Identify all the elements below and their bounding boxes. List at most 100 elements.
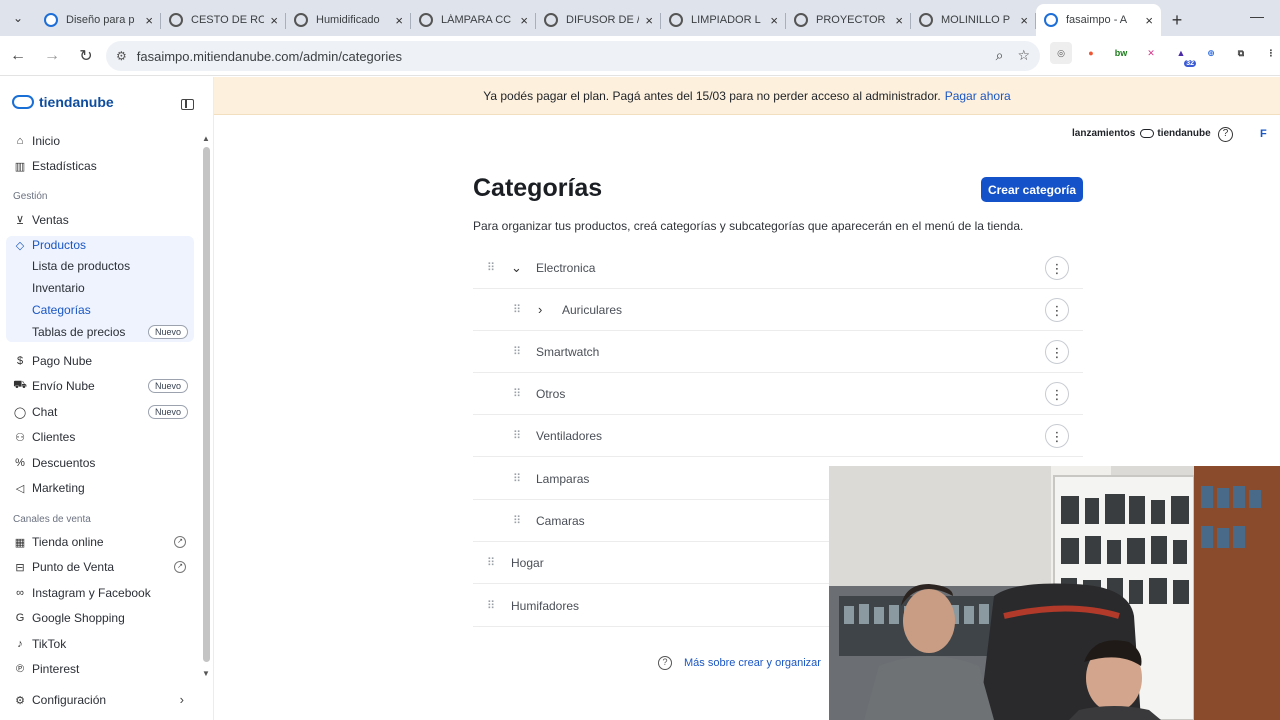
minimize-icon[interactable]: — (1250, 8, 1264, 24)
sidebar-item-configuracion[interactable]: ⚙ Configuración › (6, 688, 194, 712)
scroll-down-arrow[interactable]: ▼ (202, 669, 210, 678)
site-info-icon[interactable]: ⚙ (116, 49, 127, 63)
extension-icon[interactable]: ● (1080, 42, 1102, 64)
learn-more-link[interactable]: ? Más sobre crear y organizar (658, 656, 821, 670)
close-icon[interactable]: × (895, 13, 903, 28)
browser-tab[interactable]: Humidificado × (286, 4, 411, 36)
close-icon[interactable]: × (645, 13, 653, 28)
more-options-button[interactable]: ⋮ (1045, 382, 1069, 406)
browser-tab[interactable]: PROYECTOR × (786, 4, 911, 36)
sidebar-item-google[interactable]: G Google Shopping (6, 606, 194, 630)
pay-now-link[interactable]: Pagar ahora (945, 89, 1011, 103)
sidebar-item-marketing[interactable]: ◁ Marketing (6, 476, 194, 500)
sidebar-item-tiktok[interactable]: ♪ TikTok (6, 632, 194, 656)
brand-logo[interactable]: tiendanube (12, 94, 114, 110)
more-options-button[interactable]: ⋮ (1045, 298, 1069, 322)
close-icon[interactable]: × (1020, 13, 1028, 28)
drag-handle-icon[interactable]: ⠿ (513, 514, 521, 527)
sidebar-item-inicio[interactable]: ⌂ Inicio (6, 129, 194, 153)
drag-handle-icon[interactable]: ⠿ (513, 429, 521, 442)
drag-handle-icon[interactable]: ⠿ (487, 261, 495, 274)
category-row[interactable]: ⠿ Smartwatch ⋮ (473, 331, 1083, 373)
more-options-button[interactable]: ⋮ (1045, 424, 1069, 448)
extension-icon[interactable]: bw (1110, 42, 1132, 64)
sidebar-item-estadisticas[interactable]: ▥ Estadísticas (6, 154, 194, 178)
reload-button[interactable]: ↻ (70, 40, 102, 72)
url-bar[interactable]: ⚙ fasaimpo.mitiendanube.com/admin/catego… (106, 41, 1040, 71)
close-icon[interactable]: × (270, 13, 278, 28)
browser-tab[interactable]: CESTO DE RC × (161, 4, 286, 36)
chevron-right-icon[interactable]: › (538, 302, 542, 317)
forward-button[interactable]: → (36, 40, 68, 72)
close-icon[interactable]: × (395, 13, 403, 28)
category-row[interactable]: ⠿ ⌄ Electronica ⋮ (473, 247, 1083, 289)
avatar[interactable]: F (1260, 128, 1267, 140)
browser-tab[interactable]: LÁMPARA CC × (411, 4, 536, 36)
sidebar-scrollbar[interactable] (203, 147, 210, 662)
tab-search-button[interactable]: ⌄ (0, 0, 36, 36)
close-icon[interactable]: × (520, 13, 528, 28)
close-icon[interactable]: × (145, 13, 153, 28)
sidebar-item-clientes[interactable]: ⚇ Clientes (6, 425, 194, 449)
drag-handle-icon[interactable]: ⠿ (513, 345, 521, 358)
sidebar-item-inventario[interactable]: Inventario (6, 276, 194, 300)
category-row[interactable]: ⠿ Ventiladores ⋮ (473, 415, 1083, 457)
sidebar-item-label: Lista de productos (32, 259, 131, 273)
sidebar-item-categorias[interactable]: Categorías (6, 298, 194, 322)
extensions-puzzle-icon[interactable]: ⧉ (1230, 42, 1252, 64)
extension-icon[interactable]: ⊕ (1200, 42, 1222, 64)
external-link-icon[interactable]: ↗ (174, 536, 186, 548)
sidebar-item-pinterest[interactable]: ℗ Pinterest (6, 657, 194, 681)
extension-icon[interactable]: ✕ (1140, 42, 1162, 64)
browser-tab[interactable]: MOLINILLO P × (911, 4, 1036, 36)
browser-tab[interactable]: Diseño para p × (36, 4, 161, 36)
category-row[interactable]: ⠿ Otros ⋮ (473, 373, 1083, 415)
lanzamientos-link[interactable]: lanzamientos tiendanube (1072, 128, 1211, 139)
back-button[interactable]: ← (2, 40, 34, 72)
sidebar-item-envio-nube[interactable]: ⛟ Envío Nube Nuevo (6, 374, 194, 398)
sidebar-item-chat[interactable]: ◯ Chat Nuevo (6, 400, 194, 424)
collapse-sidebar-icon[interactable] (181, 99, 194, 110)
category-name: Hogar (511, 555, 544, 570)
category-row[interactable]: ⠿ › Auriculares ⋮ (473, 289, 1083, 331)
drag-handle-icon[interactable]: ⠿ (487, 599, 495, 612)
browser-tab[interactable]: DIFUSOR DE / × (536, 4, 661, 36)
help-icon[interactable]: ? (1218, 127, 1233, 142)
browser-menu-icon[interactable]: ⋮ (1260, 42, 1280, 64)
drag-handle-icon[interactable]: ⠿ (513, 472, 521, 485)
close-icon[interactable]: × (770, 13, 778, 28)
sidebar-item-instagram[interactable]: ∞ Instagram y Facebook (6, 581, 194, 605)
sidebar-item-tienda-online[interactable]: ▦ Tienda online ↗ (6, 530, 194, 554)
more-options-button[interactable]: ⋮ (1045, 340, 1069, 364)
drag-handle-icon[interactable]: ⠿ (513, 303, 521, 316)
sidebar-item-pago-nube[interactable]: $ Pago Nube (6, 349, 194, 373)
sidebar-item-lista-productos[interactable]: Lista de productos (6, 254, 194, 278)
url-text[interactable]: fasaimpo.mitiendanube.com/admin/categori… (137, 49, 402, 64)
lanzamientos-label: lanzamientos (1072, 128, 1136, 139)
scroll-up-arrow[interactable]: ▲ (202, 134, 210, 143)
sidebar-item-label: Pinterest (32, 662, 80, 676)
sidebar-item-ventas[interactable]: ⊻ Ventas (6, 208, 194, 232)
external-link-icon[interactable]: ↗ (174, 561, 186, 573)
bar-chart-icon: ▥ (14, 160, 26, 173)
close-icon[interactable]: × (1145, 13, 1153, 28)
chevron-down-icon[interactable]: ⌄ (511, 260, 522, 276)
sidebar-item-punto-venta[interactable]: ⊟ Punto de Venta ↗ (6, 555, 194, 579)
extension-icon[interactable]: ▲ 32 (1170, 42, 1196, 67)
new-tab-button[interactable]: + (1161, 4, 1193, 36)
tiendanube-logo-icon (12, 95, 34, 109)
drag-handle-icon[interactable]: ⠿ (513, 387, 521, 400)
browser-tab[interactable]: LIMPIADOR L × (661, 4, 786, 36)
create-category-button[interactable]: Crear categoría (981, 177, 1083, 202)
more-options-button[interactable]: ⋮ (1045, 256, 1069, 280)
sidebar-item-tablas-precios[interactable]: Tablas de precios Nuevo (6, 320, 194, 344)
drag-handle-icon[interactable]: ⠿ (487, 556, 495, 569)
zoom-icon[interactable]: ⌕ (996, 47, 1004, 64)
bookmark-star-icon[interactable]: ☆ (1017, 47, 1030, 64)
browser-tab-active[interactable]: fasaimpo - A × (1036, 4, 1161, 36)
sidebar-item-label: Clientes (32, 430, 76, 444)
extension-icon[interactable]: ◎ (1050, 42, 1072, 64)
tab-title: MOLINILLO P (941, 14, 1011, 26)
tiendanube-icon (1044, 13, 1058, 27)
sidebar-item-descuentos[interactable]: % Descuentos (6, 451, 194, 475)
